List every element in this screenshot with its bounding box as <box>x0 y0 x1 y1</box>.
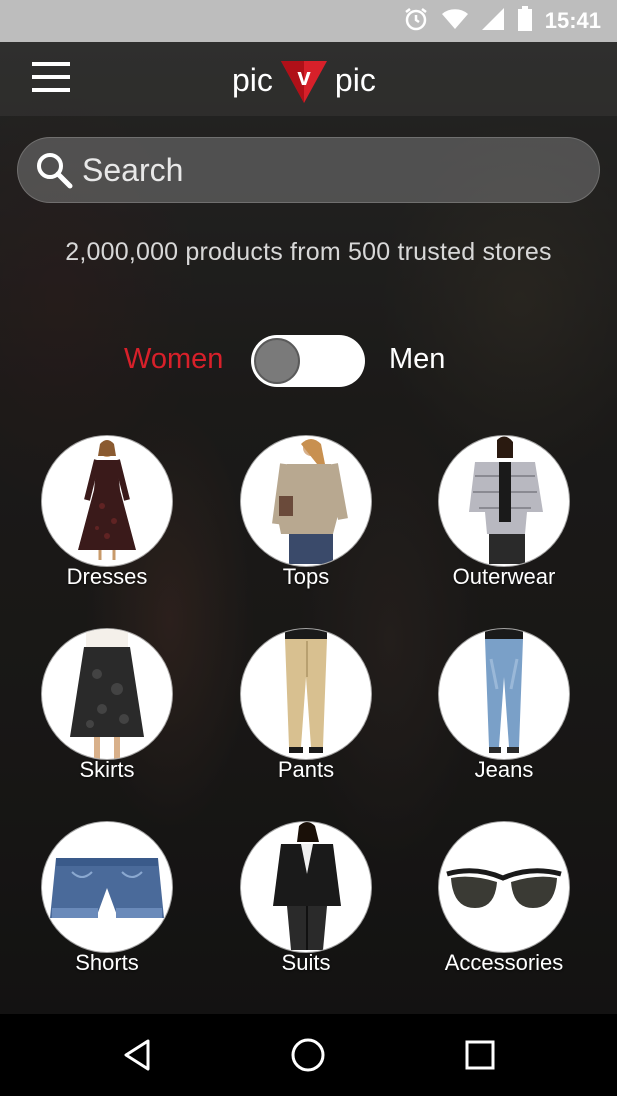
category-dresses[interactable]: Dresses <box>17 436 197 606</box>
women-label[interactable]: Women <box>124 343 223 376</box>
status-time: 15:41 <box>544 8 601 33</box>
category-label: Accessories <box>444 950 564 975</box>
dress-image <box>78 440 136 560</box>
category-skirts[interactable]: Skirts <box>17 629 197 799</box>
category-accessories[interactable]: Accessories <box>414 822 594 992</box>
system-nav-bar <box>0 1014 617 1096</box>
search-input[interactable] <box>82 151 562 189</box>
category-outerwear[interactable]: Outerwear <box>414 436 594 606</box>
suit-image <box>273 822 341 950</box>
menu-icon[interactable] <box>32 62 72 96</box>
svg-text:v: v <box>297 64 311 91</box>
category-suits[interactable]: Suits <box>216 822 396 992</box>
category-label: Jeans <box>474 757 534 782</box>
wifi-icon <box>441 7 469 36</box>
home-icon[interactable] <box>290 1037 326 1073</box>
logo-mark-icon: v <box>280 61 327 103</box>
top-image <box>272 439 348 564</box>
jacket-image <box>469 436 543 564</box>
app-logo: pic v pic <box>232 52 376 108</box>
sunglasses-image <box>446 868 562 908</box>
back-icon[interactable] <box>120 1037 156 1073</box>
tagline: 2,000,000 products from 500 trusted stor… <box>65 238 552 266</box>
jeans-image <box>485 629 523 753</box>
category-label: Pants <box>277 757 335 782</box>
category-label: Tops <box>282 564 330 589</box>
category-label: Shorts <box>75 950 139 975</box>
signal-icon <box>481 7 505 36</box>
category-tops[interactable]: Tops <box>216 436 396 606</box>
shorts-image <box>50 858 164 918</box>
pants-image <box>285 629 327 753</box>
alarm-icon <box>403 6 429 37</box>
category-label: Suits <box>281 950 331 975</box>
gender-toggle-row: Women Men <box>0 335 617 387</box>
search-icon <box>37 153 73 189</box>
status-bar: 15:41 <box>0 0 617 42</box>
logo-text-right: pic <box>334 61 376 98</box>
skirt-image <box>70 629 144 759</box>
recents-icon[interactable] <box>462 1037 498 1073</box>
category-shorts[interactable]: Shorts <box>17 822 197 992</box>
category-label: Outerwear <box>452 564 556 589</box>
logo-text-left: pic <box>232 61 273 98</box>
category-jeans[interactable]: Jeans <box>414 629 594 799</box>
category-label: Skirts <box>79 757 135 782</box>
gender-toggle-switch[interactable] <box>251 335 365 387</box>
toggle-knob <box>254 338 300 384</box>
battery-icon <box>517 5 533 37</box>
category-pants[interactable]: Pants <box>216 629 396 799</box>
category-label: Dresses <box>66 564 148 589</box>
search-bar[interactable] <box>17 137 600 203</box>
men-label[interactable]: Men <box>389 343 445 376</box>
app-bar: pic v pic <box>0 42 617 116</box>
